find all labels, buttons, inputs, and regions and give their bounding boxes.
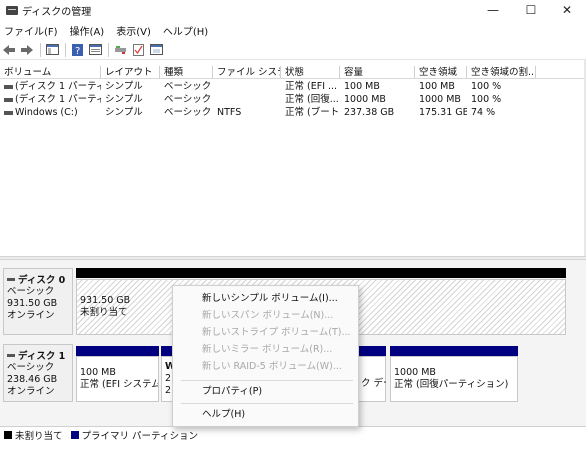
volume-percent-free: 74 % bbox=[471, 107, 496, 118]
volume-capacity: 237.38 GB bbox=[344, 107, 395, 118]
disk-management-icon bbox=[6, 5, 18, 15]
column-type[interactable]: 種類 bbox=[160, 66, 213, 78]
disk-name: ディスク 1 bbox=[18, 351, 66, 362]
volume-capacity: 100 MB bbox=[344, 81, 380, 92]
volume-type: ベーシック bbox=[164, 107, 212, 118]
disk-status: オンライン bbox=[7, 310, 55, 321]
disk-1-efi-partition[interactable]: 100 MB 正常 (EFI システム / bbox=[76, 356, 159, 402]
drive-icon bbox=[4, 97, 13, 102]
column-status[interactable]: 状態 bbox=[281, 66, 340, 78]
menu-new-spanned-volume: 新しいスパン ボリューム(N)... bbox=[202, 310, 334, 321]
volume-name: (ディスク 1 パーティシ... bbox=[15, 94, 101, 105]
volume-list-header: ボリューム レイアウト 種類 ファイル システム 状態 容量 空き領域 空き領域… bbox=[0, 66, 586, 79]
volume-percent-free: 100 % bbox=[471, 94, 502, 105]
disk-0-label[interactable]: ディスク 0 ベーシック 931.50 GB オンライン bbox=[3, 268, 73, 335]
partition-size: 1000 MB bbox=[394, 367, 436, 378]
volume-layout: シンプル bbox=[105, 81, 143, 92]
column-volume[interactable]: ボリューム bbox=[0, 66, 101, 78]
volume-free-space: 1000 MB bbox=[419, 94, 461, 105]
volume-name: Windows (C:) bbox=[15, 107, 78, 118]
back-arrow-icon[interactable] bbox=[2, 43, 16, 57]
toolbar-separator bbox=[65, 42, 66, 57]
disk-icon bbox=[7, 353, 15, 357]
column-file-system[interactable]: ファイル システム bbox=[213, 66, 281, 78]
legend-unallocated: 未割り当て bbox=[15, 430, 63, 442]
context-menu: 新しいシンプル ボリューム(I)... 新しいスパン ボリューム(N)... 新… bbox=[172, 285, 359, 427]
forward-arrow-icon[interactable] bbox=[20, 43, 34, 57]
volume-percent-free: 100 % bbox=[471, 81, 502, 92]
menu-separator bbox=[181, 380, 353, 381]
volume-status: 正常 (回復... bbox=[285, 94, 339, 105]
toolbar-separator bbox=[108, 42, 109, 57]
properties-icon[interactable] bbox=[131, 43, 145, 57]
column-free-space[interactable]: 空き領域 bbox=[415, 66, 467, 78]
svg-text:?: ? bbox=[75, 46, 80, 56]
menu-help[interactable]: ヘルプ(H) bbox=[163, 23, 208, 38]
volume-type: ベーシック bbox=[164, 94, 212, 105]
partition-size: 100 MB bbox=[80, 367, 116, 378]
volume-status: 正常 (ブート... bbox=[285, 107, 340, 118]
close-button[interactable]: ✕ bbox=[548, 0, 586, 20]
volume-capacity: 1000 MB bbox=[344, 94, 386, 105]
column-capacity[interactable]: 容量 bbox=[340, 66, 415, 78]
disk-1-recovery-partition[interactable]: 1000 MB 正常 (回復パーティション) bbox=[390, 356, 518, 402]
disk-1-label[interactable]: ディスク 1 ベーシック 238.46 GB オンライン bbox=[3, 344, 73, 402]
volume-status: 正常 (EFI ... bbox=[285, 81, 338, 92]
column-layout[interactable]: レイアウト bbox=[101, 66, 160, 78]
disk-type: ベーシック bbox=[7, 286, 55, 297]
unallocated-swatch bbox=[4, 430, 12, 439]
menu-view[interactable]: 表示(V) bbox=[116, 23, 151, 38]
volume-row[interactable]: (ディスク 1 パーティシ... シンプル ベーシック 正常 (回復... 10… bbox=[0, 93, 586, 106]
volume-name: (ディスク 1 パーティシ... bbox=[15, 81, 101, 92]
menu-new-simple-volume[interactable]: 新しいシンプル ボリューム(I)... bbox=[202, 293, 338, 305]
minimize-button[interactable]: — bbox=[474, 0, 512, 20]
menu-properties[interactable]: プロパティ(P) bbox=[202, 386, 262, 398]
menu-file[interactable]: ファイル(F) bbox=[4, 23, 58, 38]
windows-partition-status-tail: ク デー bbox=[361, 378, 386, 389]
drive-icon bbox=[4, 84, 13, 89]
partition-status: 正常 (回復パーティション) bbox=[394, 379, 509, 390]
disk-size: 931.50 GB bbox=[7, 298, 58, 309]
rescan-icon[interactable] bbox=[113, 43, 127, 57]
volume-free-space: 175.31 GB bbox=[419, 107, 467, 118]
toolbar-separator bbox=[40, 42, 41, 57]
console-tree-icon[interactable] bbox=[45, 43, 59, 57]
menu-help-item[interactable]: ヘルプ(H) bbox=[202, 409, 245, 421]
legend-primary: プライマリ パーティション bbox=[81, 430, 198, 442]
volume-free-space: 100 MB bbox=[419, 81, 455, 92]
menu-action[interactable]: 操作(A) bbox=[70, 23, 105, 38]
menu-new-mirror-volume: 新しいミラー ボリューム(R)... bbox=[202, 344, 333, 355]
column-percent-free[interactable]: 空き領域の割... bbox=[467, 66, 536, 78]
disk-icon bbox=[7, 277, 15, 281]
disk-name: ディスク 0 bbox=[18, 275, 66, 286]
maximize-button[interactable]: ☐ bbox=[512, 0, 550, 20]
disk-status: オンライン bbox=[7, 386, 55, 397]
volume-file-system bbox=[213, 80, 281, 93]
volume-file-system bbox=[213, 93, 281, 106]
primary-strip bbox=[390, 346, 518, 356]
partition-status: 正常 (EFI システム / bbox=[80, 379, 159, 390]
legend-bar: 未割り当て プライマリ パーティション bbox=[0, 426, 586, 442]
disk-size: 238.46 GB bbox=[7, 374, 58, 385]
drive-icon bbox=[4, 110, 13, 115]
volume-layout: シンプル bbox=[105, 107, 143, 118]
unallocated-strip bbox=[76, 268, 566, 278]
volume-layout: シンプル bbox=[105, 94, 143, 105]
menu-separator bbox=[181, 403, 353, 404]
menu-new-raid5-volume: 新しい RAID-5 ボリューム(W)... bbox=[202, 361, 342, 372]
toolbar: ? bbox=[0, 40, 586, 60]
menu-bar: ファイル(F) 操作(A) 表示(V) ヘルプ(H) bbox=[0, 22, 586, 38]
menu-new-striped-volume: 新しいストライプ ボリューム(T)... bbox=[202, 327, 351, 338]
refresh-view-icon[interactable] bbox=[149, 43, 163, 57]
primary-strip bbox=[76, 346, 159, 356]
disk-type: ベーシック bbox=[7, 362, 55, 373]
volume-row[interactable]: Windows (C:) シンプル ベーシック NTFS 正常 (ブート... … bbox=[0, 106, 586, 119]
volume-file-system: NTFS bbox=[217, 107, 242, 118]
volume-type: ベーシック bbox=[164, 81, 212, 92]
list-view-icon[interactable] bbox=[88, 43, 102, 57]
primary-swatch bbox=[70, 430, 79, 439]
help-icon[interactable]: ? bbox=[70, 43, 84, 57]
window-title: ディスクの管理 bbox=[22, 6, 92, 18]
volume-row[interactable]: (ディスク 1 パーティシ... シンプル ベーシック 正常 (EFI ... … bbox=[0, 80, 586, 93]
